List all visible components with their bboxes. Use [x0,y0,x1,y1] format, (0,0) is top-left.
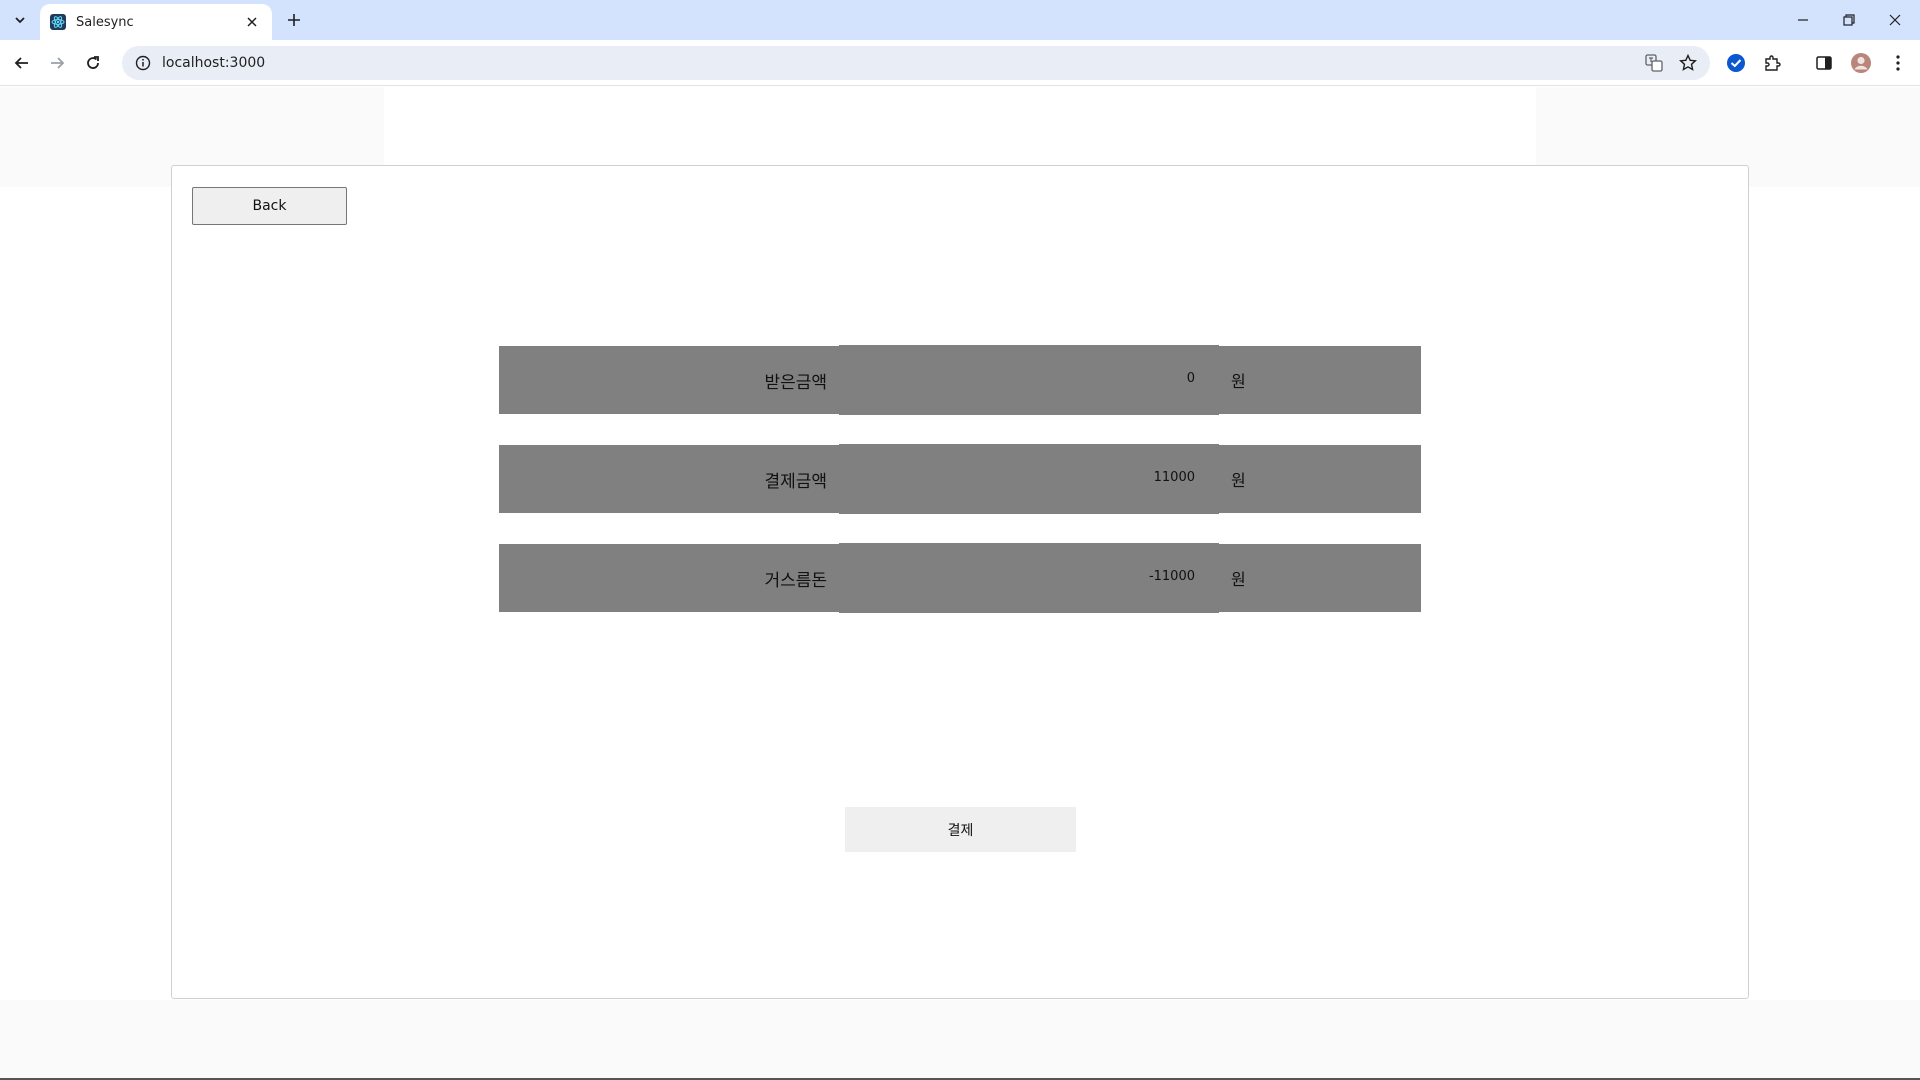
new-tab-button[interactable] [280,8,308,32]
tab-search-button[interactable] [6,8,34,32]
tab-close-button[interactable] [242,12,262,32]
site-info-icon[interactable] [126,46,160,80]
received-amount-label: 받은금액 [764,372,827,393]
received-amount-row: 받은금액 0 원 [499,345,1421,415]
received-amount-value: 0 [1186,370,1195,386]
payment-amount-label: 결제금액 [764,471,827,492]
back-button[interactable]: Back [192,187,347,225]
reload-icon [87,56,99,69]
browser-tab[interactable]: Salesync [40,4,272,40]
close-window-button[interactable] [1872,0,1918,40]
chevron-down-icon [15,17,25,24]
restore-icon [1843,14,1855,26]
footer-background [0,1000,1920,1080]
extensions-puzzle-icon[interactable] [1756,47,1788,79]
bookmark-star-icon[interactable] [1672,46,1704,80]
received-amount-input[interactable]: 0 [839,345,1219,415]
pay-button[interactable]: 결제 [845,807,1076,852]
react-logo-icon [50,14,66,30]
extension-check-icon[interactable] [1720,47,1752,79]
browser-toolbar: localhost:3000 [0,40,1920,86]
tab-title: Salesync [76,14,134,30]
restore-button[interactable] [1826,0,1872,40]
profile-avatar-icon[interactable] [1845,47,1877,79]
minimize-button[interactable] [1780,0,1826,40]
plus-icon [288,14,300,26]
arrow-right-icon [51,57,65,69]
close-icon [247,17,257,27]
received-amount-unit: 원 [1231,372,1246,391]
close-icon [1889,14,1901,26]
forward-nav-button[interactable] [41,47,73,79]
address-bar[interactable]: localhost:3000 [122,46,1710,80]
more-menu-icon[interactable] [1882,47,1914,79]
page-viewport: Back 받은금액 0 원 결제금액 11000 원 거스름돈 -11000 원… [0,87,1920,1080]
payment-amount-field: 11000 [839,444,1219,514]
minimize-icon [1798,19,1808,21]
payment-amount-value: 11000 [1153,469,1195,485]
arrow-left-icon [14,57,28,69]
change-label: 거스름돈 [764,570,827,591]
change-row: 거스름돈 -11000 원 [499,543,1421,613]
change-field: -11000 [839,543,1219,613]
payment-amount-row: 결제금액 11000 원 [499,444,1421,514]
translate-icon[interactable] [1638,46,1670,80]
browser-tab-bar: Salesync [0,0,1920,40]
payment-amount-unit: 원 [1231,471,1246,490]
side-panel-icon[interactable] [1808,47,1840,79]
back-nav-button[interactable] [6,47,38,79]
change-unit: 원 [1231,570,1246,589]
reload-button[interactable] [77,47,109,79]
url-text: localhost:3000 [162,55,266,71]
payment-card: Back 받은금액 0 원 결제금액 11000 원 거스름돈 -11000 원… [171,165,1749,999]
header-center-area [384,87,1536,167]
change-value: -11000 [1148,568,1195,584]
